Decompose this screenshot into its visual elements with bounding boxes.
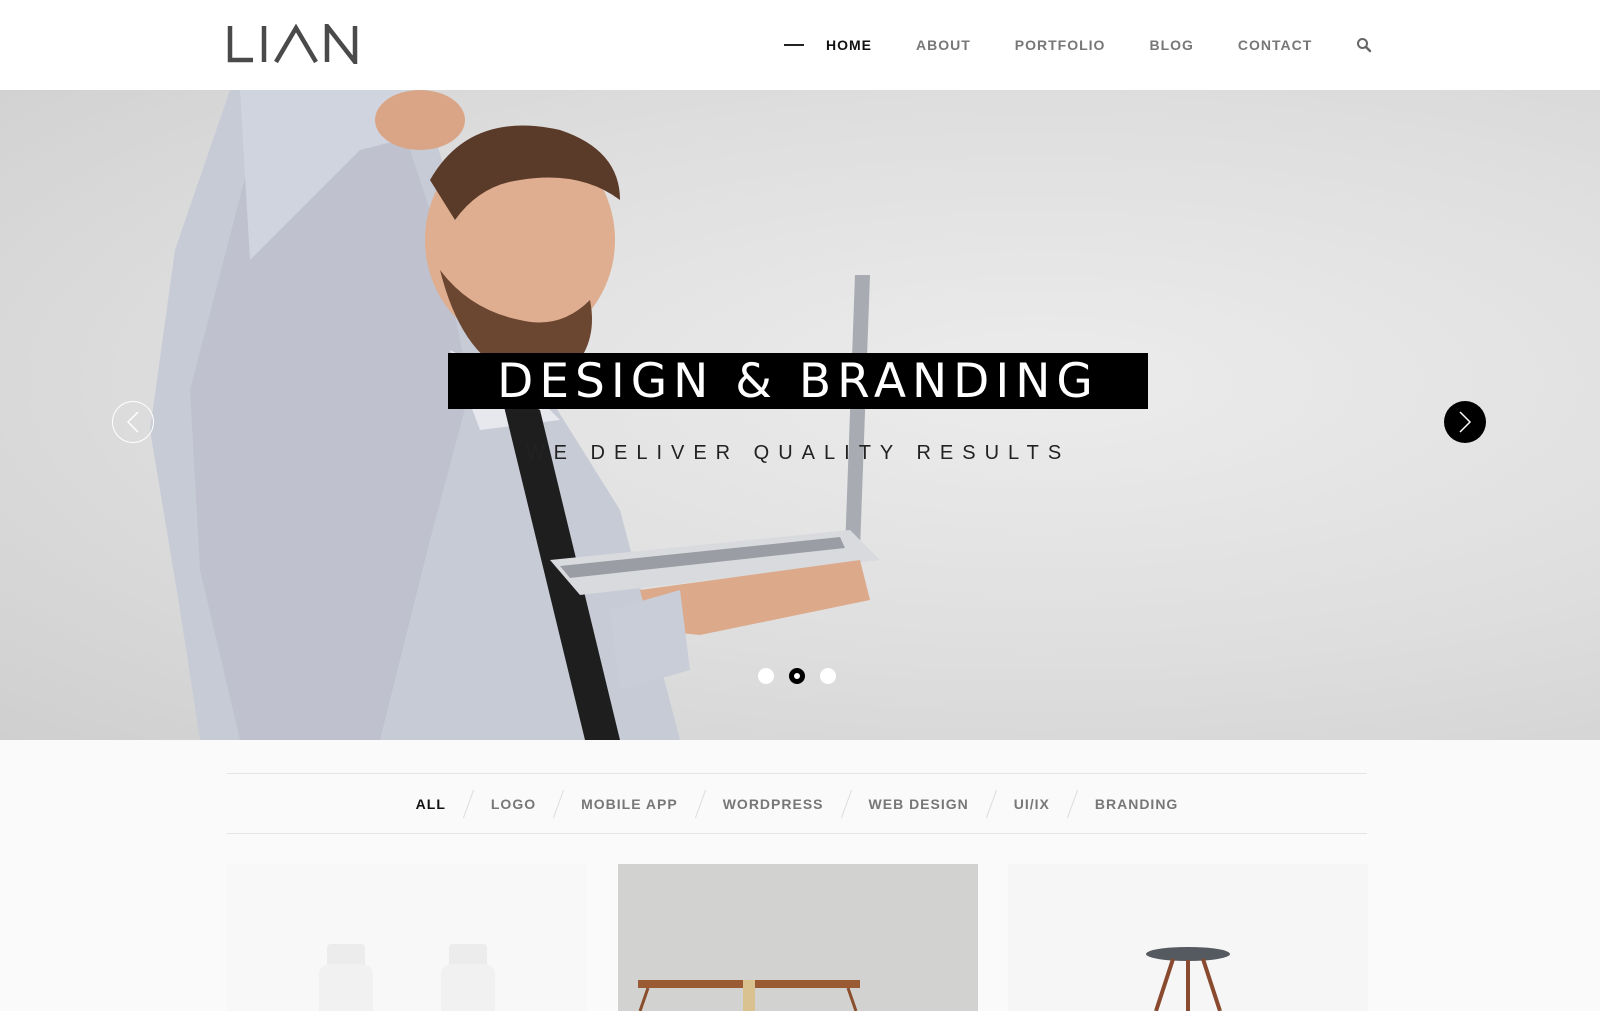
- nav-item-contact[interactable]: CONTACT: [1238, 37, 1312, 53]
- filter-logo[interactable]: LOGO: [491, 796, 536, 812]
- chevron-left-icon: [126, 411, 139, 433]
- slider-dot-3[interactable]: [820, 668, 836, 684]
- hero-photo: [150, 90, 880, 740]
- slider-pagination: [758, 668, 851, 684]
- hero-title: DESIGN & BRANDING: [497, 353, 1099, 409]
- slider-prev-button[interactable]: [112, 401, 154, 443]
- hero-title-box: DESIGN & BRANDING: [448, 353, 1148, 409]
- logo-mark: [227, 19, 358, 69]
- nav-item-home[interactable]: HOME: [826, 37, 872, 53]
- filter-divider: [1066, 789, 1078, 818]
- filter-divider: [462, 789, 474, 818]
- main-nav: HOME ABOUT PORTFOLIO BLOG CONTACT: [784, 0, 1372, 90]
- filter-web-design[interactable]: WEB DESIGN: [869, 796, 969, 812]
- nav-item-blog[interactable]: BLOG: [1149, 37, 1193, 53]
- filter-mobile-app[interactable]: MOBILE APP: [581, 796, 678, 812]
- site-header: HOME ABOUT PORTFOLIO BLOG CONTACT: [0, 0, 1600, 90]
- filter-branding[interactable]: BRANDING: [1095, 796, 1178, 812]
- stool-image: [1146, 947, 1230, 1011]
- portfolio-item-stool[interactable]: [1008, 864, 1368, 1011]
- table-image: [638, 980, 860, 1011]
- hero-slider: DESIGN & BRANDING WE DELIVER QUALITY RES…: [0, 90, 1600, 740]
- search-icon[interactable]: [1356, 37, 1372, 53]
- filter-divider: [985, 789, 997, 818]
- bottles-image: [319, 944, 495, 1011]
- logo[interactable]: [227, 19, 361, 69]
- slider-next-button[interactable]: [1444, 401, 1486, 443]
- filter-divider: [694, 789, 706, 818]
- nav-item-portfolio[interactable]: PORTFOLIO: [1015, 37, 1106, 53]
- filter-all[interactable]: ALL: [416, 796, 446, 812]
- slider-dot-2[interactable]: [789, 668, 805, 684]
- portfolio-item-bottles[interactable]: [227, 864, 587, 1011]
- filter-divider: [840, 789, 852, 818]
- filter-wordpress[interactable]: WORDPRESS: [723, 796, 824, 812]
- portfolio-item-table[interactable]: [618, 864, 978, 1011]
- slider-dot-1[interactable]: [758, 668, 774, 684]
- hero-subtitle: WE DELIVER QUALITY RESULTS: [525, 442, 1071, 464]
- chevron-right-icon: [1459, 411, 1472, 433]
- portfolio-filter: ALL LOGO MOBILE APP WORDPRESS WEB DESIGN…: [227, 773, 1367, 834]
- filter-divider: [553, 789, 565, 818]
- filter-ui-ix[interactable]: UI/IX: [1014, 796, 1050, 812]
- nav-item-about[interactable]: ABOUT: [916, 37, 971, 53]
- nav-active-indicator: [784, 44, 804, 46]
